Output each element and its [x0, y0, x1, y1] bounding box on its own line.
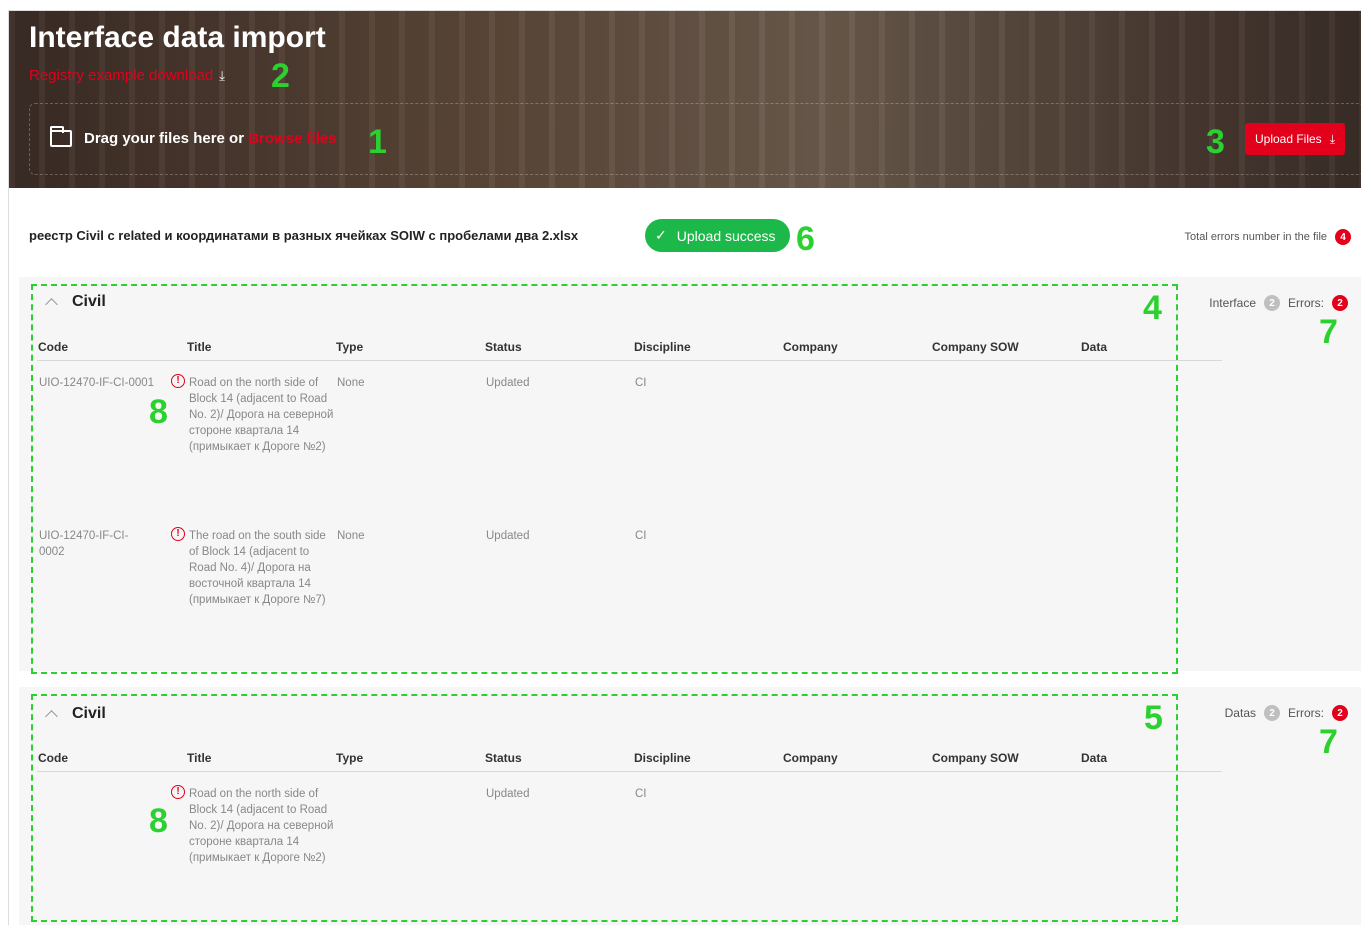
interface-count-badge: 2	[1264, 295, 1280, 311]
row-status: Updated	[486, 530, 530, 542]
drag-instructions: Drag your files here or Browse files	[84, 130, 337, 147]
row-code: UIO-12470-IF-CI-0002 !	[37, 527, 185, 608]
table-row[interactable]: UIO-12470-IF-CI-0002 ! The road on the s…	[37, 527, 782, 608]
total-errors-badge: 4	[1335, 229, 1351, 245]
column-header-company-sow: Company SOW	[932, 340, 1019, 354]
annotation-marker-6: 6	[796, 220, 815, 258]
section-title: Civil	[72, 293, 106, 310]
registry-example-download-link[interactable]: Registry example download ⤓	[29, 67, 225, 84]
errors-label: Errors:	[1288, 706, 1324, 720]
browse-files-link[interactable]: Browse files	[248, 130, 336, 147]
page: Interface data import Registry example d…	[8, 10, 1361, 925]
file-dropzone[interactable]: Drag your files here or Browse files 1 3…	[29, 103, 1361, 175]
annotation-marker-2: 2	[271, 57, 290, 95]
errors-badge: 2	[1332, 705, 1348, 721]
annotation-marker-7: 7	[1319, 723, 1338, 761]
section-header[interactable]: Civil	[45, 705, 106, 723]
column-header-status: Status	[485, 340, 522, 354]
interface-section: 4 Civil Interface 2 Errors: 2 7 Code Tit…	[19, 277, 1361, 674]
error-icon[interactable]: !	[171, 785, 185, 799]
annotation-marker-7: 7	[1319, 313, 1338, 351]
column-header-data: Data	[1081, 751, 1108, 765]
error-icon[interactable]: !	[171, 527, 185, 541]
annotation-marker-1: 1	[368, 123, 387, 161]
row-type	[335, 786, 484, 866]
registry-link-label: Registry example download	[29, 67, 214, 84]
column-header-status: Status	[485, 751, 522, 765]
drag-text: Drag your files here or	[84, 130, 249, 147]
column-header-company: Company	[783, 751, 838, 765]
annotation-marker-5: 5	[1144, 699, 1163, 737]
error-icon[interactable]: !	[171, 374, 185, 388]
chevron-up-icon[interactable]	[45, 298, 58, 311]
download-icon: ⤓	[219, 67, 226, 83]
column-header-company-sow: Company SOW	[932, 751, 1019, 765]
row-code: UIO-12470-IF-CI-0001 !	[37, 374, 185, 455]
column-header-data: Data	[1081, 340, 1108, 354]
row-status: Updated	[486, 377, 530, 389]
row-title: Road on the north side of Block 14 (adja…	[189, 788, 334, 864]
interface-count-label: Interface	[1209, 296, 1256, 310]
column-header-title: Title	[187, 751, 212, 765]
row-discipline: CI	[635, 788, 647, 800]
page-title: Interface data import	[29, 21, 326, 54]
section-header[interactable]: Civil	[45, 293, 106, 311]
header-divider	[37, 771, 1222, 772]
upload-files-button[interactable]: Upload Files ⤓	[1244, 123, 1345, 155]
code-value: UIO-12470-IF-CI-0002	[39, 530, 129, 558]
code-value: UIO-12470-IF-CI-0001	[39, 377, 155, 389]
errors-label: Errors:	[1288, 296, 1324, 310]
row-code: !	[37, 785, 185, 866]
row-type: None	[337, 377, 365, 389]
total-errors-label: Total errors number in the file	[1184, 231, 1327, 243]
column-header-discipline: Discipline	[634, 340, 691, 354]
table-header: Code Title Type Status Discipline Compan…	[37, 334, 1229, 366]
import-header: Interface data import Registry example d…	[9, 11, 1361, 188]
column-header-type: Type	[336, 751, 364, 765]
row-title: The road on the south side of Block 14 (…	[189, 530, 326, 606]
column-header-type: Type	[336, 340, 364, 354]
row-title: Road on the north side of Block 14 (adja…	[189, 377, 334, 453]
header-divider	[37, 360, 1222, 361]
total-errors: Total errors number in the file 4	[1185, 229, 1351, 245]
annotation-marker-3: 3	[1206, 123, 1225, 161]
column-header-company: Company	[783, 340, 838, 354]
column-header-code: Code	[38, 340, 68, 354]
datas-count-label: Datas	[1224, 706, 1256, 720]
section-title: Civil	[72, 705, 106, 722]
column-header-title: Title	[187, 340, 212, 354]
row-status: Updated	[486, 788, 530, 800]
folder-icon	[50, 126, 72, 147]
uploaded-file-name: реестр Civil c related и координатами в …	[29, 228, 579, 243]
row-discipline: CI	[635, 530, 647, 542]
section-counts: Interface 2 Errors: 2	[1209, 295, 1348, 311]
datas-count-badge: 2	[1264, 705, 1280, 721]
check-icon: ✓	[655, 227, 667, 243]
annotation-marker-4: 4	[1143, 289, 1162, 327]
section-counts: Datas 2 Errors: 2	[1225, 705, 1348, 721]
upload-status-label: Upload success	[676, 227, 776, 244]
column-header-code: Code	[38, 751, 68, 765]
upload-success-badge: ✓ Upload success	[645, 219, 790, 252]
chevron-up-icon[interactable]	[45, 710, 58, 723]
annotation-marker-8: 8	[149, 802, 168, 840]
upload-files-label: Upload Files	[1254, 132, 1322, 146]
annotation-marker-8: 8	[149, 393, 168, 431]
download-icon: ⤓	[1329, 131, 1335, 146]
row-type: None	[337, 530, 365, 542]
data-section: 5 Civil Datas 2 Errors: 2 7 Code Title T…	[19, 687, 1361, 925]
errors-badge: 2	[1332, 295, 1348, 311]
column-header-discipline: Discipline	[634, 751, 691, 765]
row-discipline: CI	[635, 377, 647, 389]
table-header: Code Title Type Status Discipline Compan…	[37, 745, 1229, 777]
